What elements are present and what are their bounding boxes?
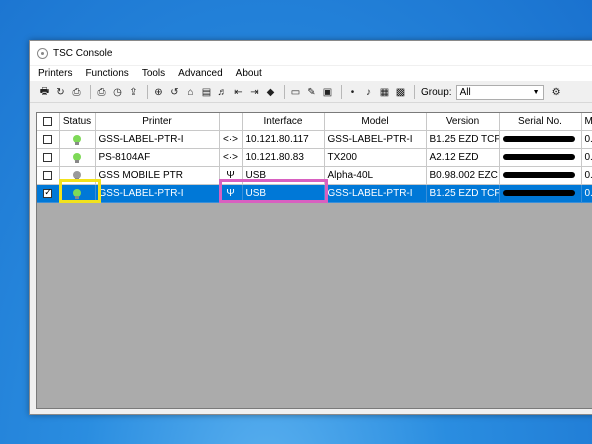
column-header-serial[interactable]: Serial No. [499,113,582,131]
chevron-down-icon: ▼ [532,88,540,96]
group-select-value: All [459,86,471,98]
m-value: 0.0 [581,166,592,185]
clock-icon[interactable]: ◷ [111,86,124,99]
search-printer-icon[interactable]: ⎙ [70,86,83,99]
document-icon[interactable]: ▤ [200,86,213,99]
version-value: B0.98.002 EZC [426,166,500,185]
status-highlight-box [59,179,101,203]
table-row[interactable]: PS-8104AF <·> 10.121.80.83 TX200 A2.12 E… [37,148,592,167]
printer-icon[interactable]: 🖶 [38,86,51,99]
row-checkbox-cell[interactable] [37,130,60,149]
menu-advanced[interactable]: Advanced [178,68,222,79]
toolbar: 🖶 ↻ ⎙ ⎙ ◷ ⇪ ⊕ ↺ ⌂ ▤ ♬ ⇤ ⇥ ◆ ▭ ✎ ▣ • ♪ ▦ … [30,82,592,103]
bell-icon[interactable]: ♪ [362,86,375,99]
title-bar: TSC Console [30,41,592,65]
home-icon[interactable]: ⌂ [184,86,197,99]
m-value: 0.0 [581,130,592,149]
diamond-icon[interactable]: ◆ [264,86,277,99]
m-value: 0.0 [581,184,592,203]
network-connection-icon: <·> [219,130,243,149]
serial-redacted [499,184,582,203]
column-header-model[interactable]: Model [324,113,427,131]
interface-value: 10.121.80.117 [242,130,325,149]
model-value: GSS-LABEL-PTR-I [324,130,427,149]
printer-name: GSS-LABEL-PTR-I [95,184,220,203]
model-value: Alpha-40L [324,166,427,185]
config-icon[interactable]: ▩ [394,86,407,99]
table-header-row: Status Printer Interface Model Version S… [37,113,592,131]
menu-about[interactable]: About [236,68,262,79]
group-label: Group: [421,86,452,98]
status-cell [59,148,96,167]
menu-bar: Printers Functions Tools Advanced About [30,66,592,81]
group-select[interactable]: All ▼ [455,84,544,100]
interface-value: 10.121.80.83 [242,148,325,167]
gear-icon[interactable]: ⚙ [550,86,563,99]
version-value: B1.25 EZD TCF [426,184,500,203]
menu-tools[interactable]: Tools [142,68,165,79]
media-icon[interactable]: ▦ [378,86,391,99]
redaction-bar [502,154,575,161]
column-header-connection[interactable] [219,113,243,131]
target-icon[interactable]: ⊕ [152,86,165,99]
redaction-bar [502,190,575,197]
toolbar-separator [341,85,342,99]
row-checkbox[interactable] [43,134,53,144]
status-cell [59,130,96,149]
mouse-icon[interactable]: • [346,86,359,99]
serial-redacted [499,130,582,149]
terminal-icon[interactable]: ▭ [289,86,302,99]
redaction-bar [502,136,575,143]
printer-name: GSS MOBILE PTR [95,166,220,185]
printer-grid: Status Printer Interface Model Version S… [36,112,592,409]
status-bulb-icon [73,135,81,146]
reset-icon[interactable]: ↺ [168,86,181,99]
export-icon[interactable]: ⇥ [248,86,261,99]
row-checkbox[interactable] [43,152,53,162]
table-row[interactable]: GSS-LABEL-PTR-I <·> 10.121.80.117 GSS-LA… [37,130,592,149]
printer-name: GSS-LABEL-PTR-I [95,130,220,149]
printer-settings-icon[interactable]: ⎙ [95,86,108,99]
row-checkbox-cell[interactable] [37,166,60,185]
printer-edit-icon[interactable]: ✎ [305,86,318,99]
printer-name: PS-8104AF [95,148,220,167]
column-header-printer[interactable]: Printer [95,113,220,131]
toolbar-separator [414,85,415,99]
column-header-interface[interactable]: Interface [242,113,325,131]
row-checkbox[interactable] [43,170,53,180]
row-checkbox-cell[interactable] [37,148,60,167]
row-checkbox-checked[interactable] [43,187,53,198]
window-title: TSC Console [53,47,113,59]
select-all-header[interactable] [37,113,60,131]
upload-icon[interactable]: ⇪ [127,86,140,99]
refresh-icon[interactable]: ↻ [54,86,67,99]
model-value: GSS-LABEL-PTR-I [324,184,427,203]
status-bulb-icon [73,153,81,164]
version-value: B1.25 EZD TCF [426,130,500,149]
menu-functions[interactable]: Functions [85,68,128,79]
redaction-bar [502,172,575,179]
serial-redacted [499,148,582,167]
toolbar-separator [90,85,91,99]
serial-redacted [499,166,582,185]
version-value: A2.12 EZD [426,148,500,167]
interface-highlight-box [219,179,328,203]
column-header-version[interactable]: Version [426,113,500,131]
column-header-status[interactable]: Status [59,113,96,131]
toolbar-separator [147,85,148,99]
import-icon[interactable]: ⇤ [232,86,245,99]
model-value: TX200 [324,148,427,167]
calibrate-icon[interactable]: ♬ [216,86,229,99]
disk-icon[interactable]: ▣ [321,86,334,99]
toolbar-separator [284,85,285,99]
row-checkbox-cell[interactable] [37,184,60,203]
network-connection-icon: <·> [219,148,243,167]
column-header-m[interactable]: M [581,113,592,131]
select-all-checkbox[interactable] [43,116,53,126]
app-icon [37,47,48,59]
menu-printers[interactable]: Printers [38,68,72,79]
m-value: 0.0 [581,148,592,167]
tsc-console-window: TSC Console Printers Functions Tools Adv… [29,40,592,415]
